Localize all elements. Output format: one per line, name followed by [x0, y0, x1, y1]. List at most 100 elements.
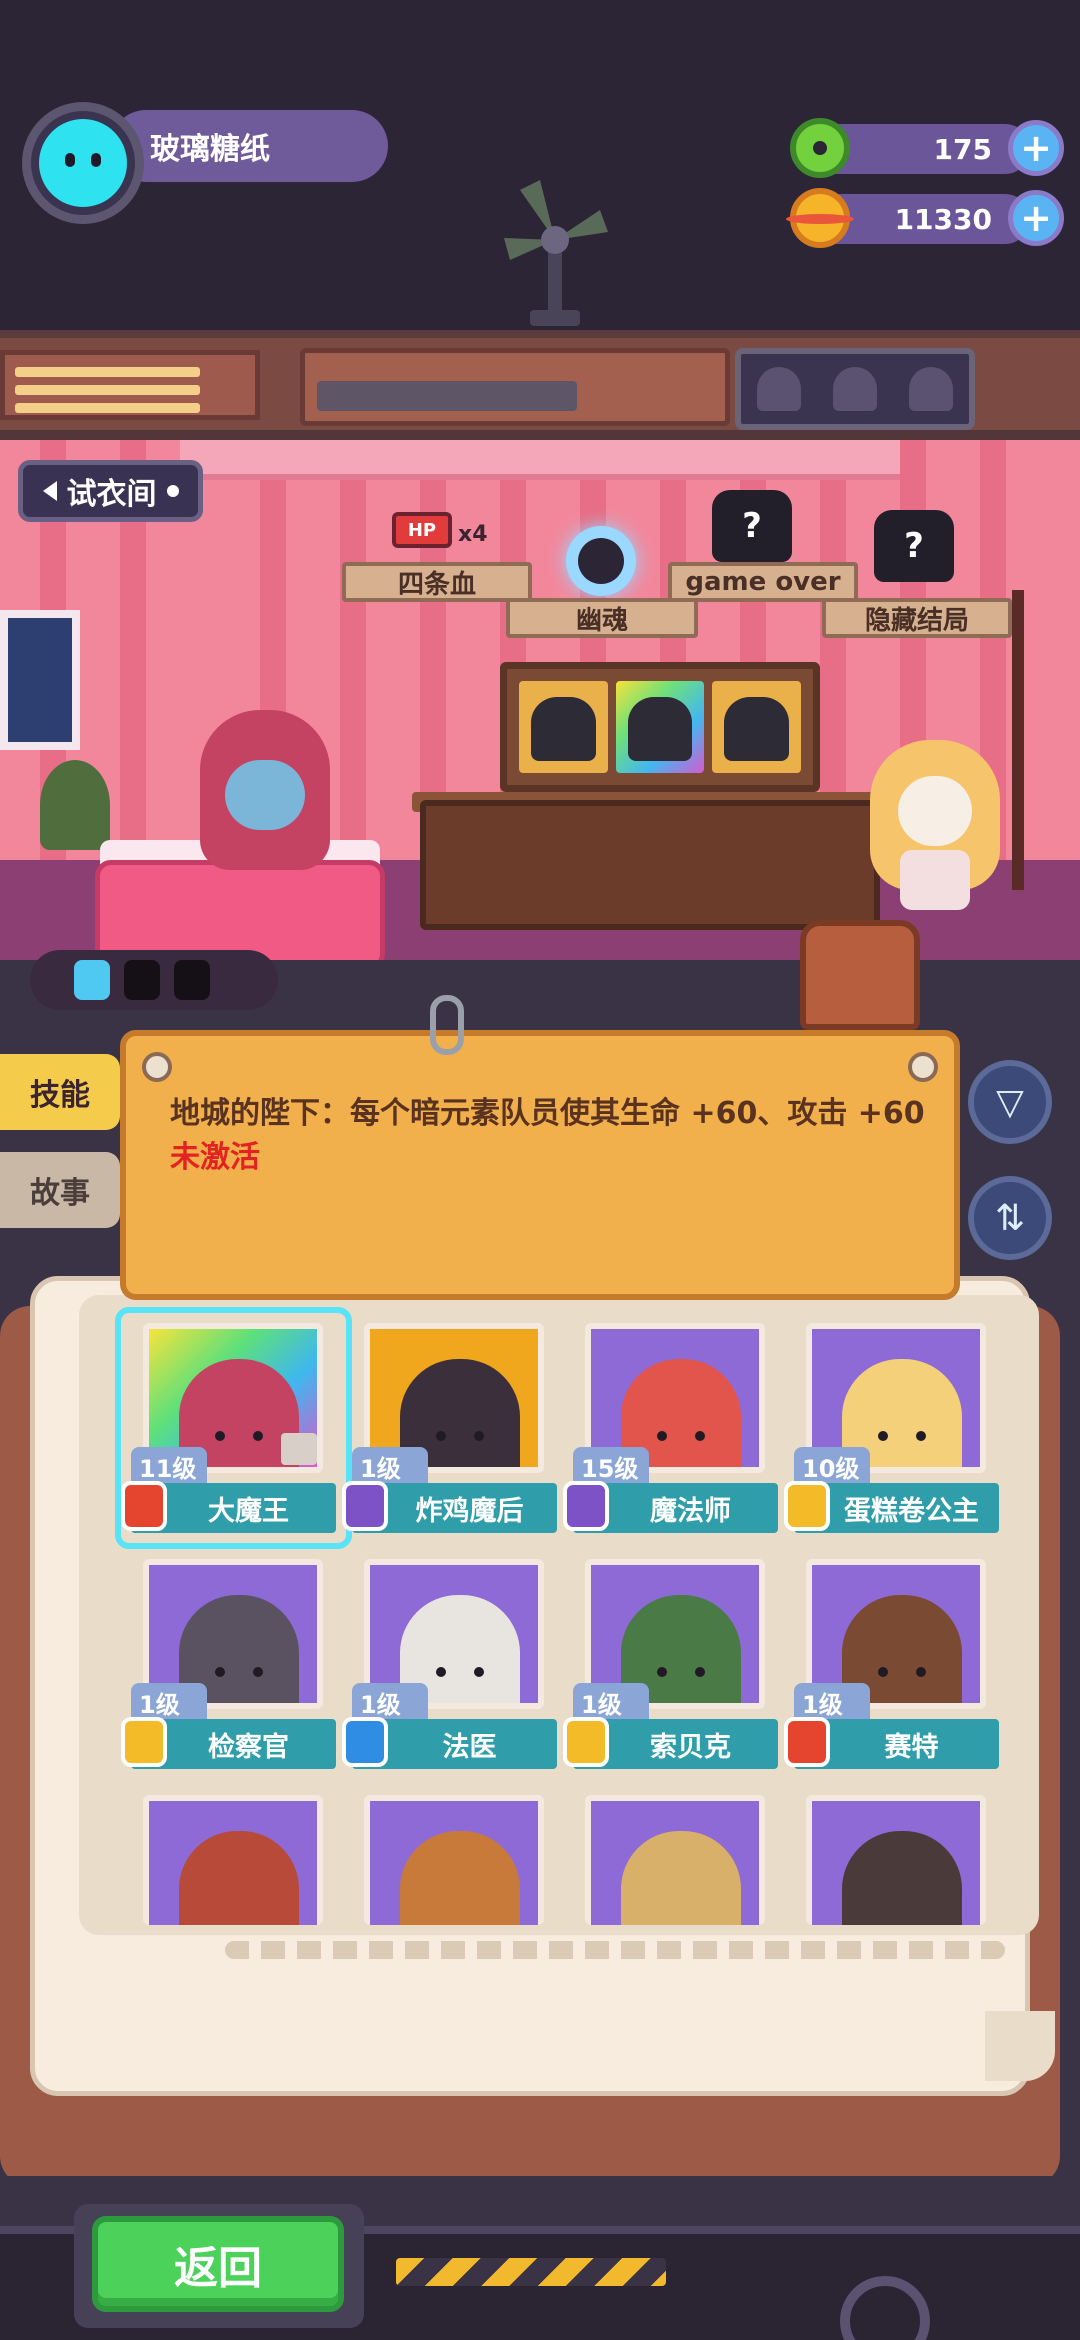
outfit-book-icon[interactable] [800, 920, 920, 1030]
paper-clip-icon [430, 995, 464, 1055]
sofa [95, 860, 385, 960]
character-sprite [179, 1831, 299, 1925]
character-portrait [806, 1795, 986, 1925]
character-card[interactable] [131, 1795, 336, 1925]
character-sprite [400, 1831, 520, 1925]
book-page: 11级 大魔王 1级 炸鸡魔后 15级 魔法师 10级 蛋糕卷公主 1级 检察官 1级 法医 1级 索贝克… [30, 1276, 1055, 2096]
character-card[interactable]: 1级 炸鸡魔后 [342, 1323, 557, 1533]
ending-ghost[interactable]: 幽魂 [506, 598, 698, 638]
character-level: 1级 [352, 1683, 428, 1721]
back-arrow-icon [42, 481, 57, 501]
character-card[interactable]: 10级 蛋糕卷公主 [784, 1323, 999, 1533]
character-card[interactable] [794, 1795, 999, 1925]
shelf-machine [300, 348, 730, 426]
cabinet [420, 800, 880, 930]
fire-element-icon [784, 1717, 830, 1767]
filter-button[interactable]: ▽ [968, 1060, 1052, 1144]
tab-skill[interactable]: 技能 [0, 1054, 120, 1130]
energy-slot-filled [74, 960, 110, 1000]
character-portrait [364, 1795, 544, 1925]
character-portrait [585, 1795, 765, 1925]
fitting-room-label: 试衣间 [66, 477, 157, 512]
locked-ending-icon: ? [712, 490, 792, 562]
energy-slot-empty [174, 960, 210, 1000]
ghost-soul-icon [566, 526, 636, 596]
dark-element-icon [563, 1481, 609, 1531]
coin-amount: 11330 [894, 202, 992, 236]
player-name: 玻璃糖纸 [150, 132, 270, 167]
player-name-plate[interactable]: 玻璃糖纸 [110, 110, 388, 182]
outfit-shirt-icon [281, 1433, 317, 1465]
ghost-icon [833, 367, 877, 411]
coin-planet-icon [786, 188, 854, 248]
dark-element-icon [342, 1481, 388, 1531]
ghost-icon [909, 367, 953, 411]
skill-text: 地城的陛下：每个暗元素队员使其生命 +60、攻击 +60 [170, 1096, 925, 1131]
donut-icon [790, 118, 850, 178]
cat-face-icon [39, 119, 127, 207]
sort-button[interactable]: ⇅ [968, 1176, 1052, 1260]
energy-slot-empty [124, 960, 160, 1000]
character-level: 1级 [352, 1447, 428, 1485]
character-grid: 11级 大魔王 1级 炸鸡魔后 15级 魔法师 10级 蛋糕卷公主 1级 检察官 1级 法医 1级 索贝克… [115, 1307, 999, 1925]
character-card[interactable] [573, 1795, 778, 1925]
skill-description: 地城的陛下：每个暗元素队员使其生命 +60、攻击 +60 未激活 [170, 1092, 930, 1180]
outfit-frame[interactable] [615, 681, 705, 773]
demon-king-character[interactable] [200, 710, 330, 870]
character-card[interactable]: 1级 赛特 [784, 1559, 999, 1769]
energy-slots [30, 950, 278, 1010]
character-level: 10级 [794, 1447, 870, 1485]
light-element-icon [784, 1481, 830, 1531]
hazard-stripe [396, 2258, 666, 2286]
dot-icon [166, 485, 179, 497]
character-sprite [842, 1831, 962, 1925]
tab-story[interactable]: 故事 [0, 1152, 120, 1228]
character-level: 1级 [573, 1683, 649, 1721]
character-card[interactable] [352, 1795, 557, 1925]
water-element-icon [342, 1717, 388, 1767]
character-card[interactable]: 11级 大魔王 [115, 1307, 352, 1549]
page-curl [985, 2011, 1055, 2081]
player-avatar[interactable] [22, 102, 144, 224]
character-card[interactable]: 1级 索贝克 [563, 1559, 778, 1769]
character-book: 11级 大魔王 1级 炸鸡魔后 15级 魔法师 10级 蛋糕卷公主 1级 检察官 1级 法医 1级 索贝克… [0, 1276, 1080, 2186]
hp-battery-icon: HP [392, 512, 452, 548]
outfit-frame[interactable] [519, 681, 608, 773]
add-coin-button[interactable]: + [1008, 190, 1064, 246]
ghost-display-box [735, 348, 975, 430]
skill-status: 未激活 [170, 1140, 260, 1175]
locked-ending-icon: ? [874, 510, 954, 582]
ending-hidden[interactable]: 隐藏结局 [822, 598, 1012, 638]
character-card[interactable]: 1级 法医 [342, 1559, 557, 1769]
ending-game-over[interactable]: game over [668, 562, 858, 602]
character-sprite [621, 1831, 741, 1925]
fitting-room-button[interactable]: 试衣间 [18, 460, 203, 522]
character-level: 15级 [573, 1447, 649, 1485]
back-button[interactable]: 返回 [92, 2216, 344, 2312]
character-card[interactable]: 1级 检察官 [121, 1559, 336, 1769]
skill-description-board: 地城的陛下：每个暗元素队员使其生命 +60、攻击 +60 未激活 [120, 1030, 960, 1300]
outfit-frame[interactable] [712, 681, 802, 773]
ghost-icon [757, 367, 801, 411]
character-level: 1级 [794, 1683, 870, 1721]
pin-icon [142, 1052, 172, 1082]
skeleton-character[interactable] [870, 740, 1000, 910]
coin-counter: 11330 + [786, 188, 1064, 248]
pin-icon [908, 1052, 938, 1082]
outfit-frames [500, 662, 820, 792]
donut-amount: 175 [933, 132, 992, 166]
hp-multiplier: x4 [458, 522, 488, 547]
upper-shelf [0, 330, 1080, 440]
ending-four-hp[interactable]: 四条血 [342, 562, 532, 602]
add-donut-button[interactable]: + [1008, 120, 1064, 176]
fan-decoration [504, 180, 608, 326]
light-element-icon [563, 1717, 609, 1767]
sort-icon: ⇅ [994, 1197, 1026, 1239]
fire-element-icon [121, 1481, 167, 1531]
character-portrait [143, 1795, 323, 1925]
character-level: 1级 [131, 1683, 207, 1721]
light-element-icon [121, 1717, 167, 1767]
character-card[interactable]: 15级 魔法师 [563, 1323, 778, 1533]
shelf-crate [0, 350, 260, 420]
character-list: 11级 大魔王 1级 炸鸡魔后 15级 魔法师 10级 蛋糕卷公主 1级 检察官 1级 法医 1级 索贝克… [79, 1295, 1039, 1935]
